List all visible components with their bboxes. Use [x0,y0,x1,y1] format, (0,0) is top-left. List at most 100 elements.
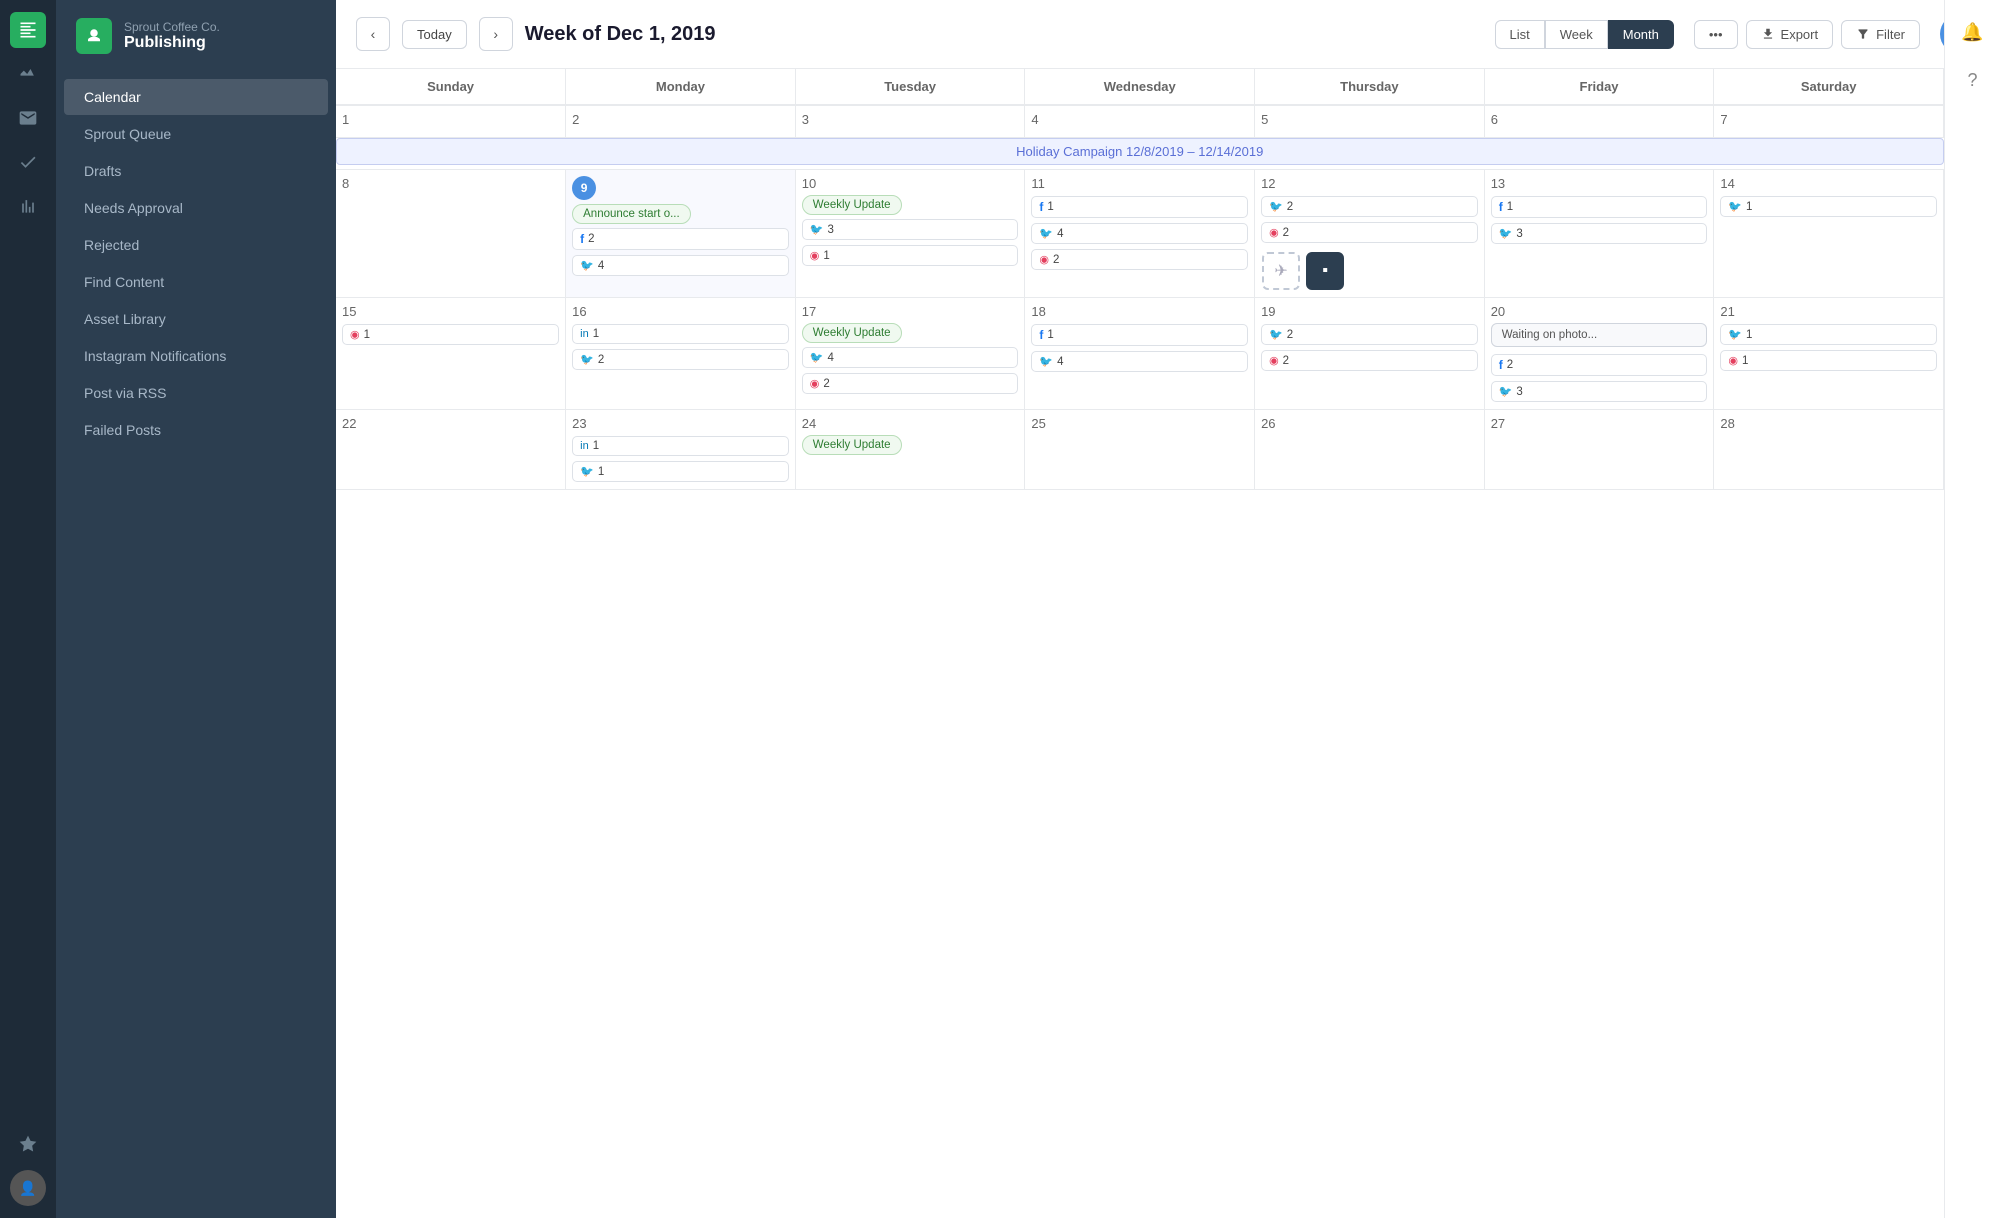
li-count: 1 [593,328,599,340]
reports-icon[interactable] [10,188,46,224]
sidebar-item-failed-posts[interactable]: Failed Posts [64,412,328,448]
ig-badge-2[interactable]: ◉ 2 [1031,249,1248,270]
day-events: in 1 🐦 2 [572,323,789,371]
notifications-icon[interactable]: 🔔 [1957,16,1989,48]
twitter-icon: 🐦 [580,259,594,272]
ig-badge-2b[interactable]: ◉ 2 [1261,222,1478,243]
tw-badge-2c[interactable]: 🐦 2 [1261,324,1478,345]
fb-badge-2[interactable]: f 2 [572,228,789,250]
sidebar-item-instagram-notifications[interactable]: Instagram Notifications [64,338,328,374]
help-icon[interactable]: ? [1957,64,1989,96]
sidebar-item-rejected[interactable]: Rejected [64,227,328,263]
li-badge-1[interactable]: in 1 [572,324,789,344]
export-button[interactable]: Export [1746,20,1834,49]
tw-badge-4[interactable]: 🐦 4 [1031,223,1248,244]
campaign-banner[interactable]: Holiday Campaign 12/8/2019 – 12/14/2019 [336,138,1944,165]
tw-badge-1[interactable]: 🐦 1 [1720,196,1937,217]
ig-badge-2c[interactable]: ◉ 2 [802,373,1019,394]
fb-badge-1c[interactable]: f 1 [1031,324,1248,346]
waiting-pill[interactable]: Waiting on photo... [1491,323,1708,347]
event-weekly-update-17[interactable]: Weekly Update [802,323,902,343]
ig-badge-1c[interactable]: ◉ 1 [1720,350,1937,371]
event-weekly-update-10[interactable]: Weekly Update [802,195,902,215]
fb-count: 1 [1047,329,1053,341]
calendar-container: Sunday Monday Tuesday Wednesday Thursday… [336,69,1944,1218]
main-content: ‹ Today › Week of Dec 1, 2019 List Week … [336,0,2000,1218]
tw-badge-4[interactable]: 🐦 4 [572,255,789,276]
day-23: 23 in 1 🐦 1 [566,410,796,490]
more-button[interactable]: ••• [1694,20,1738,49]
ig-badge-1[interactable]: ◉ 1 [802,245,1019,266]
publishing-icon[interactable] [10,12,46,48]
day-19: 19 🐦 2 ◉ 2 [1255,298,1485,410]
fb-badge-2b[interactable]: f 2 [1491,354,1708,376]
user-avatar[interactable]: 👤 [10,1170,46,1206]
tw-count: 2 [598,354,604,366]
week-row-4: 22 23 in 1 🐦 1 [336,410,1944,490]
fb-count: 2 [1507,359,1513,371]
twitter-icon: 🐦 [1499,227,1513,240]
tw-badge-1b[interactable]: 🐦 1 [1720,324,1937,345]
month-view-button[interactable]: Month [1608,20,1674,49]
sidebar-nav: Calendar Sprout Queue Drafts Needs Appro… [56,70,336,1218]
week-view-button[interactable]: Week [1545,20,1608,49]
twitter-icon: 🐦 [1039,355,1053,368]
tw-count: 1 [598,466,604,478]
fb-count: 1 [1047,201,1053,213]
draft-photo[interactable]: ▪ [1306,252,1344,290]
twitter-icon: 🐦 [810,223,824,236]
twitter-icon: 🐦 [1039,227,1053,240]
tw-badge-3c[interactable]: 🐦 3 [1491,381,1708,402]
tw-badge-2b[interactable]: 🐦 2 [572,349,789,370]
instagram-icon: ◉ [1728,354,1738,367]
list-view-button[interactable]: List [1495,20,1545,49]
prev-button[interactable]: ‹ [356,17,390,51]
day-header-wednesday: Wednesday [1025,69,1255,105]
tw-badge-4b[interactable]: 🐦 4 [802,347,1019,368]
draft-send[interactable]: ✈ [1262,252,1300,290]
facebook-icon: f [1499,358,1503,372]
day-number: 18 [1031,304,1248,319]
day-events: Announce start o... f 2 🐦 4 [572,204,789,277]
today-button[interactable]: Today [402,20,467,49]
ig-badge-1b[interactable]: ◉ 1 [342,324,559,345]
day-header-friday: Friday [1484,69,1714,105]
ig-count: 1 [823,250,829,262]
week-row-1: 1 2 3 4 5 6 7 [336,105,1944,138]
sidebar-item-calendar[interactable]: Calendar [64,79,328,115]
day-number: 19 [1261,304,1478,319]
day-number: 15 [342,304,559,319]
next-button[interactable]: › [479,17,513,51]
fb-badge-1[interactable]: f 1 [1031,196,1248,218]
tw-badge-2[interactable]: 🐦 2 [1261,196,1478,217]
tw-count: 2 [1287,329,1293,341]
sidebar-item-find-content[interactable]: Find Content [64,264,328,300]
day-events: 🐦 1 ◉ 1 [1720,323,1937,372]
day-7: 7 [1714,105,1944,138]
tw-badge-3b[interactable]: 🐦 3 [1491,223,1708,244]
day-27: 27 [1484,410,1714,490]
event-announce-start[interactable]: Announce start o... [572,204,691,224]
li-badge-1b[interactable]: in 1 [572,436,789,456]
tw-badge-1c[interactable]: 🐦 1 [572,461,789,482]
sidebar-item-asset-library[interactable]: Asset Library [64,301,328,337]
fb-badge-1b[interactable]: f 1 [1491,196,1708,218]
sidebar-item-drafts[interactable]: Drafts [64,153,328,189]
rewards-icon[interactable] [10,1126,46,1162]
day-number: 17 [802,304,1019,319]
tw-badge-4c[interactable]: 🐦 4 [1031,351,1248,372]
tasks-icon[interactable] [10,144,46,180]
event-weekly-update-24[interactable]: Weekly Update [802,435,902,455]
day-number: 3 [802,112,1019,127]
ig-badge-2d[interactable]: ◉ 2 [1261,350,1478,371]
tw-badge-3[interactable]: 🐦 3 [802,219,1019,240]
sidebar-item-sprout-queue[interactable]: Sprout Queue [64,116,328,152]
analytics-icon[interactable] [10,56,46,92]
ig-count: 2 [823,378,829,390]
day-header-thursday: Thursday [1255,69,1485,105]
filter-button[interactable]: Filter [1841,20,1920,49]
sidebar-item-needs-approval[interactable]: Needs Approval [64,190,328,226]
ig-count: 1 [1742,355,1748,367]
inbox-icon[interactable] [10,100,46,136]
sidebar-item-post-via-rss[interactable]: Post via RSS [64,375,328,411]
